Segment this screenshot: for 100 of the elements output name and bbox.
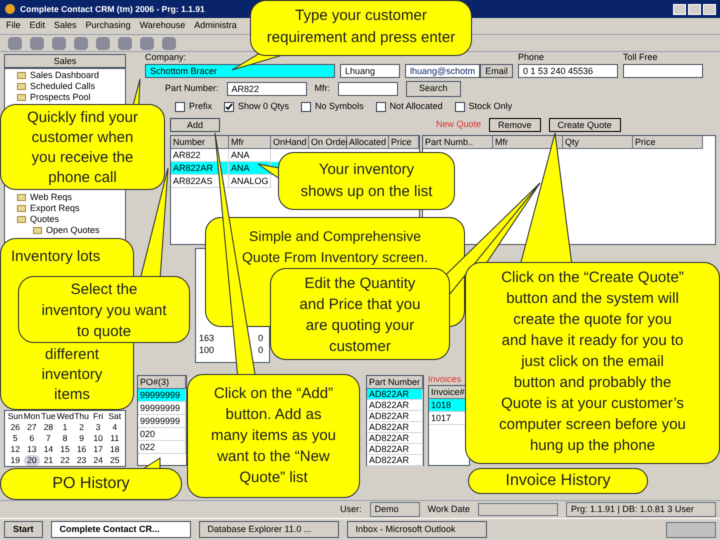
table-cell[interactable]: AD822AR xyxy=(367,433,423,444)
company-field[interactable]: Schottom Bracer xyxy=(145,64,335,78)
taskbar-button[interactable]: Inbox - Microsoft Outlook xyxy=(346,521,487,538)
calendar-day[interactable]: 18 xyxy=(106,444,123,455)
tree-item[interactable]: Sales Dashboard xyxy=(30,68,100,82)
calendar-day[interactable]: 2 xyxy=(73,422,90,433)
email-button[interactable]: Email xyxy=(480,64,513,78)
menu-item[interactable]: Administra xyxy=(194,19,237,33)
phone-field[interactable]: 0 1 53 240 45536 xyxy=(518,64,618,78)
calendar-day[interactable]: 28 xyxy=(40,422,57,433)
calendar-day[interactable]: 4 xyxy=(106,422,123,433)
status-label: User: xyxy=(340,502,362,516)
calendar-day[interactable]: 19 xyxy=(7,455,24,466)
calendar-day[interactable]: 7 xyxy=(40,433,57,444)
email-field[interactable]: lhuang@schotm xyxy=(405,64,480,78)
calendar-day[interactable]: 14 xyxy=(40,444,57,455)
field-label: Phone xyxy=(518,50,544,64)
calendar-day[interactable]: 15 xyxy=(56,444,74,455)
tree-item[interactable]: Export Reqs xyxy=(30,202,80,216)
calendar-day[interactable]: 25 xyxy=(106,455,123,466)
table-cell[interactable]: AD822AR xyxy=(367,411,423,422)
table-cell[interactable]: AD822AR xyxy=(367,400,423,411)
calendar-day[interactable]: 5 xyxy=(7,433,24,444)
checkmark-icon xyxy=(225,102,234,110)
calendar-day[interactable]: 6 xyxy=(24,433,40,444)
field-label: Toll Free xyxy=(623,50,658,64)
calendar-day[interactable]: 22 xyxy=(56,455,74,466)
table-cell[interactable]: AD822AR xyxy=(367,389,423,400)
calendar-day[interactable]: 27 xyxy=(24,422,40,433)
table-cell[interactable]: 99999999 xyxy=(138,415,186,428)
column-header[interactable]: Part Numb.. xyxy=(423,136,493,149)
callout-text: different inventory items xyxy=(42,345,102,405)
calendar-day[interactable]: 26 xyxy=(7,422,24,433)
mfr-field[interactable] xyxy=(338,82,398,96)
table-cell-text: 0 xyxy=(257,332,264,344)
calendar-day[interactable]: 24 xyxy=(90,455,106,466)
taskbar-button[interactable]: Complete Contact CR... xyxy=(50,521,191,538)
table-cell-text: 163 xyxy=(198,332,216,344)
calendar-day[interactable]: 8 xyxy=(56,433,74,444)
calendar-day[interactable]: 12 xyxy=(7,444,24,455)
search-button[interactable]: Search xyxy=(406,81,461,97)
table-cell[interactable]: AD822AR xyxy=(367,444,423,455)
menu-item[interactable]: Purchasing xyxy=(86,19,131,33)
calendar-day[interactable]: 20 xyxy=(24,455,40,466)
table-cell[interactable]: 99999999 xyxy=(138,402,186,415)
toll-free-field[interactable] xyxy=(623,64,703,78)
start-button[interactable]: Start xyxy=(4,521,43,538)
create-quote-button[interactable]: Create Quote xyxy=(548,118,621,132)
weekday-label: Sat xyxy=(107,411,122,422)
checkbox[interactable] xyxy=(175,102,185,112)
calendar-day[interactable]: 1 xyxy=(56,422,74,433)
inventory-row[interactable]: AR822AR ANA xyxy=(171,162,271,175)
column-header[interactable]: Allocated xyxy=(347,136,389,149)
checkbox[interactable] xyxy=(454,102,465,112)
column-header[interactable]: Qty xyxy=(563,136,633,149)
menu-item[interactable]: File xyxy=(6,19,21,33)
tree-item[interactable]: Open Quotes xyxy=(46,224,100,238)
calendar-day[interactable]: 23 xyxy=(73,455,90,466)
tree-item[interactable]: Quotes xyxy=(30,212,60,226)
calendar-day[interactable]: 3 xyxy=(90,422,106,433)
taskbar-button[interactable]: Database Explorer 11.0 ... xyxy=(198,521,339,538)
table-cell[interactable]: AD822AR xyxy=(367,422,423,433)
tree-item[interactable]: Scheduled Calls xyxy=(30,80,96,94)
table-cell[interactable]: AD822AR xyxy=(367,455,423,466)
checkbox[interactable] xyxy=(301,102,312,112)
remove-button[interactable]: Remove xyxy=(489,118,541,132)
weekday-label: Mon xyxy=(24,411,40,422)
calendar-day[interactable]: 21 xyxy=(40,455,57,466)
weekday-label: Wed xyxy=(56,411,74,422)
column-header[interactable]: OnHand xyxy=(271,136,309,149)
calendar-day[interactable]: 11 xyxy=(106,433,123,444)
table-cell[interactable]: 99999999 xyxy=(138,389,186,402)
column-header[interactable]: PO#(3) xyxy=(138,376,186,389)
column-header[interactable]: Price xyxy=(389,136,419,149)
contact-field[interactable]: Lhuang xyxy=(340,64,400,78)
callout-text: Simple and Comprehensive Quote From Inventory screen. xyxy=(242,227,428,267)
menu-item[interactable]: Warehouse xyxy=(140,19,186,33)
table-cell-text: 100 xyxy=(198,344,216,356)
column-header[interactable]: Part Number xyxy=(367,376,423,389)
checkbox[interactable] xyxy=(224,102,234,112)
column-header[interactable]: Number xyxy=(171,136,229,149)
part-number-field[interactable]: AR822 xyxy=(226,82,307,96)
calendar-day[interactable]: 17 xyxy=(90,444,106,455)
column-header[interactable]: Mfr xyxy=(493,136,563,149)
calendar-day[interactable]: 13 xyxy=(24,444,40,455)
menu-item[interactable]: Sales xyxy=(54,19,77,33)
app-icon xyxy=(4,3,16,15)
column-header[interactable]: Price xyxy=(633,136,703,149)
column-header[interactable]: Mfr xyxy=(229,136,271,149)
column-header[interactable]: On Order xyxy=(309,136,347,149)
tree-item[interactable]: Web Reqs xyxy=(30,190,72,204)
calendar-day[interactable]: 9 xyxy=(73,433,90,444)
table-cell[interactable]: 020 xyxy=(138,428,186,441)
table-cell[interactable]: 022 xyxy=(138,441,186,454)
checkbox[interactable] xyxy=(376,102,386,112)
tree-item[interactable]: Prospects Pool xyxy=(30,90,91,104)
menu-item[interactable]: Edit xyxy=(30,19,46,33)
add-button[interactable]: Add xyxy=(170,118,220,132)
calendar-day[interactable]: 16 xyxy=(73,444,90,455)
calendar-day[interactable]: 10 xyxy=(90,433,106,444)
